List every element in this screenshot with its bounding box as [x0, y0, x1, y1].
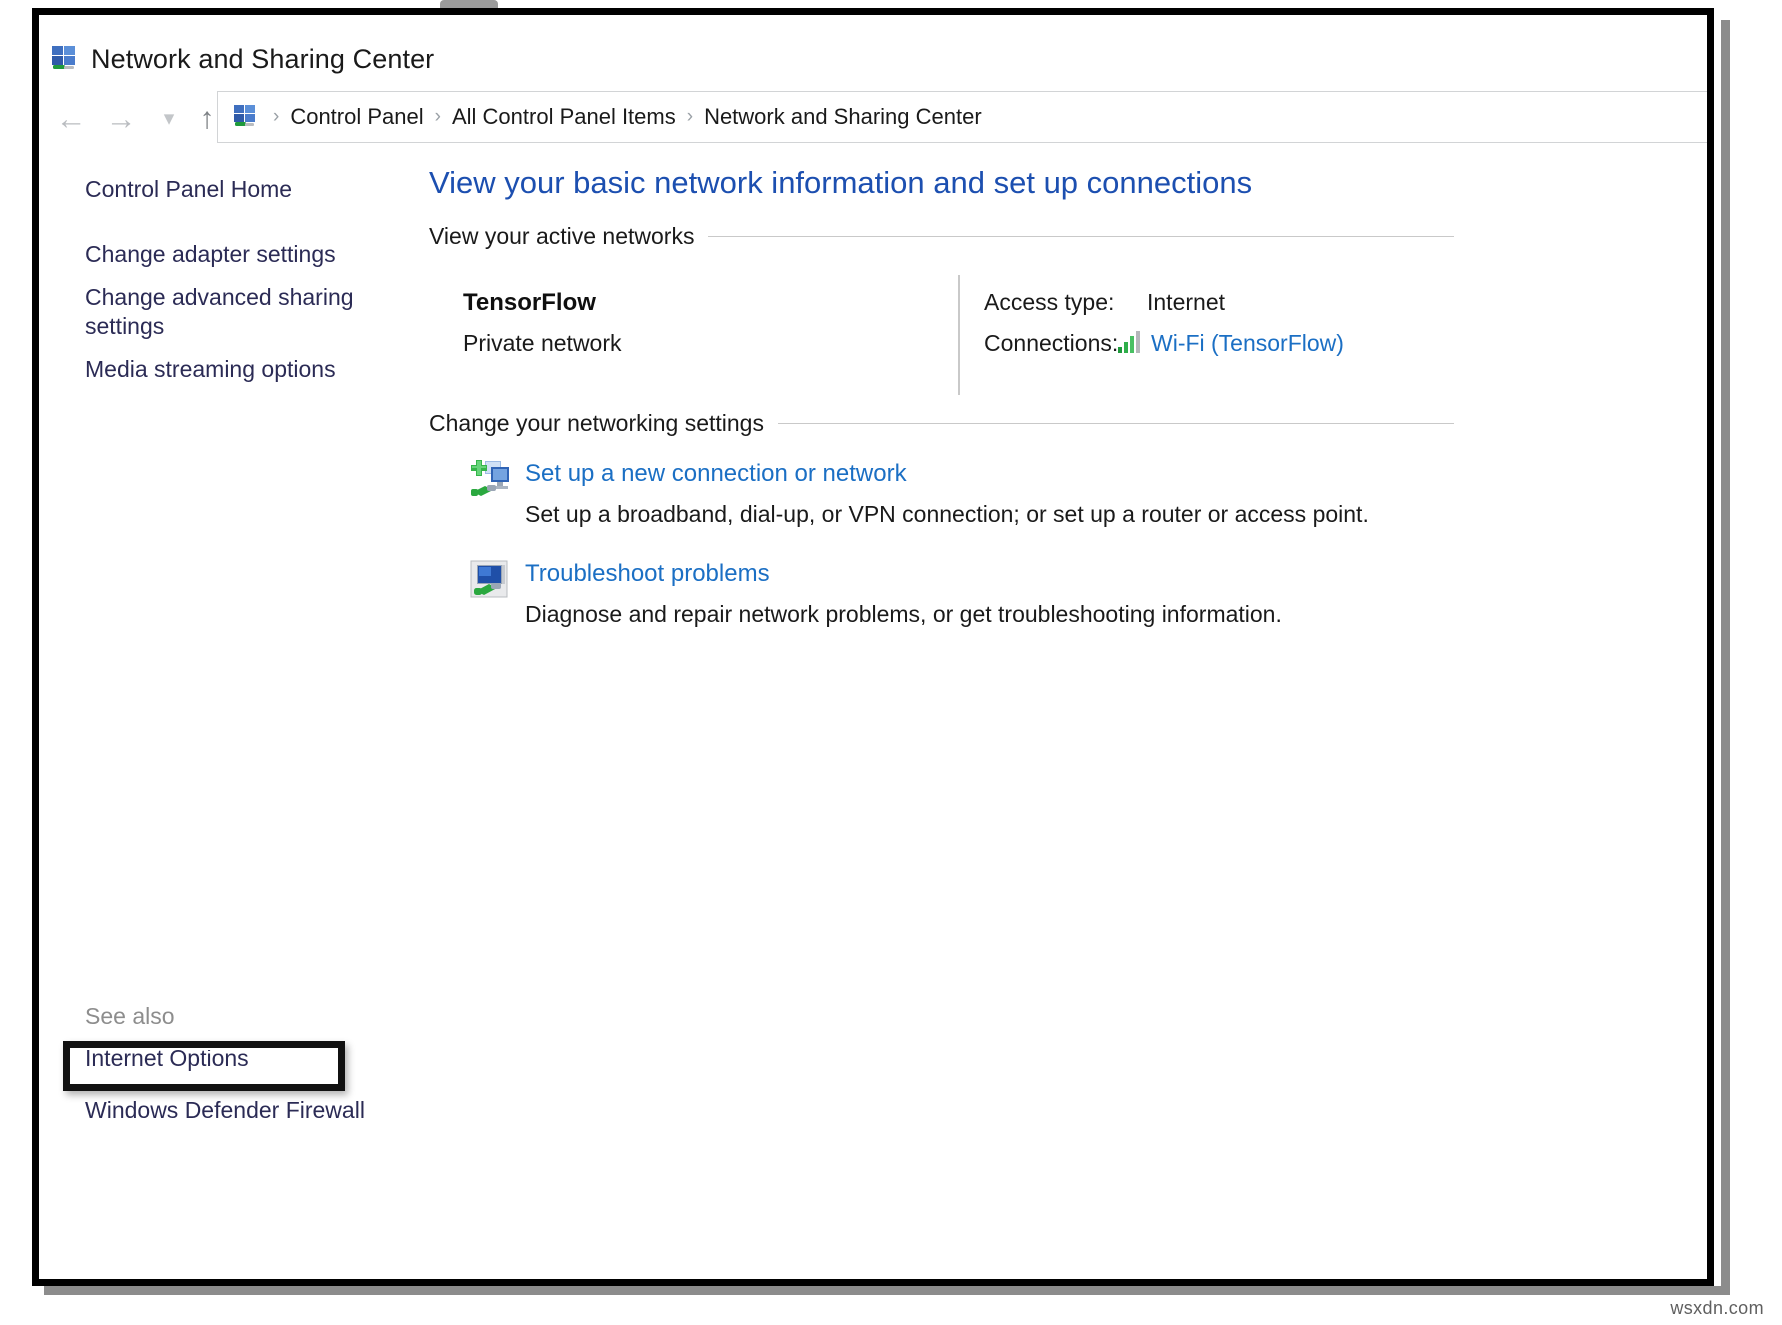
- breadcrumb-item-network-and-sharing-center[interactable]: Network and Sharing Center: [696, 104, 990, 130]
- sidebar-item-internet-options[interactable]: Internet Options: [85, 1045, 249, 1072]
- wifi-signal-icon: [1118, 331, 1140, 353]
- section-title: View your active networks: [429, 223, 695, 249]
- sidebar-item-media-streaming-options[interactable]: Media streaming options: [85, 355, 385, 384]
- vertical-divider: [958, 275, 960, 395]
- window-shadow-bottom: [44, 1286, 1730, 1295]
- troubleshoot-icon: [470, 560, 508, 598]
- window-title: Network and Sharing Center: [91, 44, 435, 74]
- breadcrumb-separator: ›: [273, 106, 280, 127]
- breadcrumb-item-control-panel[interactable]: Control Panel: [282, 104, 431, 130]
- sidebar-item-windows-defender-firewall[interactable]: Windows Defender Firewall: [85, 1097, 365, 1124]
- breadcrumb[interactable]: › Control Panel › All Control Panel Item…: [229, 95, 990, 139]
- sidebar-item-control-panel-home[interactable]: Control Panel Home: [85, 175, 385, 204]
- breadcrumb-item-all-control-panel-items[interactable]: All Control Panel Items: [444, 104, 684, 130]
- description-set-up-a-new-connection-or-network: Set up a broadband, dial-up, or VPN conn…: [525, 501, 1369, 527]
- main-content: View your basic network information and …: [429, 165, 1707, 1279]
- network-type: Private network: [463, 330, 622, 356]
- window-shadow-right: [1721, 20, 1730, 1295]
- section-title: Change your networking settings: [429, 410, 764, 436]
- title-bar: Network and Sharing Center: [39, 15, 1707, 95]
- connections-label: Connections:: [984, 330, 1119, 356]
- network-name: TensorFlow: [463, 289, 596, 316]
- breadcrumb-separator: ›: [434, 106, 441, 127]
- description-troubleshoot-problems: Diagnose and repair network problems, or…: [525, 601, 1282, 627]
- arrow-left-icon[interactable]: ←: [51, 99, 91, 139]
- see-also-label: See also: [85, 1003, 175, 1029]
- access-type-value: Internet: [1147, 289, 1225, 315]
- breadcrumb-separator: ›: [686, 106, 694, 127]
- active-network-entry: TensorFlow Private network Access type: …: [429, 275, 1459, 395]
- new-connection-icon: [471, 460, 509, 496]
- link-troubleshoot-problems[interactable]: Troubleshoot problems: [525, 560, 770, 588]
- connections-value-link[interactable]: Wi-Fi (TensorFlow): [1151, 330, 1344, 357]
- sidebar-item-change-advanced-sharing-settings[interactable]: Change advanced sharing settings: [85, 283, 385, 342]
- section-header-networking-settings: Change your networking settings: [429, 410, 1454, 437]
- sidebar-item-change-adapter-settings[interactable]: Change adapter settings: [85, 240, 385, 269]
- section-divider: [777, 423, 1454, 424]
- network-sharing-icon: [52, 46, 75, 69]
- link-set-up-a-new-connection-or-network[interactable]: Set up a new connection or network: [525, 460, 907, 488]
- arrow-right-icon[interactable]: →: [101, 99, 141, 139]
- chevron-down-icon[interactable]: ▾: [149, 99, 189, 139]
- arrow-up-icon[interactable]: ↑: [187, 99, 227, 139]
- network-sharing-center-window: Network and Sharing Center ← → ▾ ↑ › Con…: [32, 8, 1714, 1286]
- section-header-active-networks: View your active networks: [429, 223, 1454, 250]
- sidebar: Control Panel Home Change adapter settin…: [39, 165, 429, 1279]
- section-divider: [708, 236, 1454, 237]
- page-title: View your basic network information and …: [429, 165, 1253, 200]
- watermark: wsxdn.com: [1670, 1298, 1764, 1318]
- access-type-label: Access type:: [984, 289, 1115, 315]
- network-sharing-icon: [234, 105, 255, 126]
